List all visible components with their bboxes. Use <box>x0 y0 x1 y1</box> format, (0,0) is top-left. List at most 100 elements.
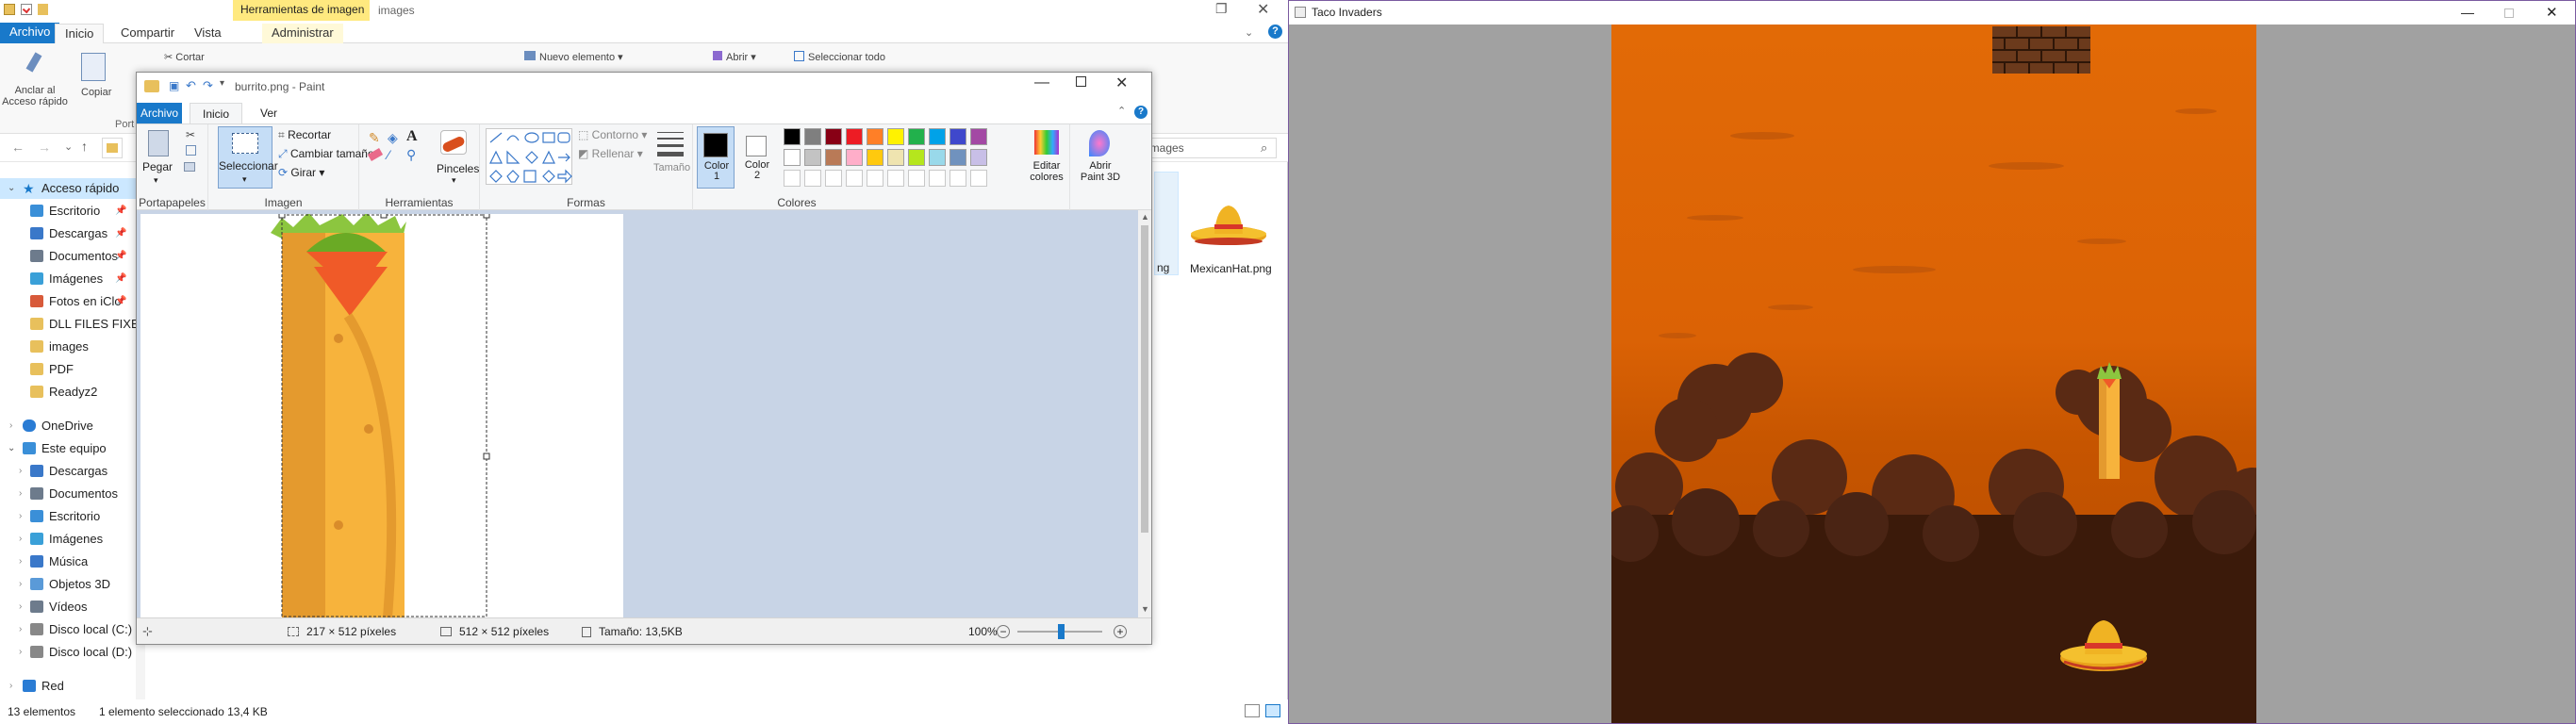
nav-pc-item[interactable]: › Descargas <box>0 461 141 482</box>
search-icon[interactable]: ⌕ <box>1261 140 1267 156</box>
tab-inicio[interactable]: Inicio <box>190 103 242 124</box>
fill-bucket-icon[interactable]: ◈ <box>388 130 398 146</box>
palette-swatch[interactable] <box>804 149 821 166</box>
expand-chevron-icon[interactable]: › <box>9 676 12 697</box>
nav-pc-item[interactable]: › Escritorio <box>0 506 141 527</box>
ribbon-collapse-icon[interactable]: ⌃ <box>1117 105 1126 117</box>
copy-button[interactable]: Copiar <box>81 87 111 98</box>
nav-pc-item[interactable]: › Documentos <box>0 484 141 504</box>
edit-colors-button[interactable]: Editar colores <box>1023 124 1070 211</box>
tab-inicio[interactable]: Inicio <box>55 24 105 43</box>
maximize-button[interactable] <box>2504 8 2514 18</box>
size-button[interactable]: Tamaño <box>653 130 690 183</box>
maximize-button[interactable] <box>1076 76 1086 87</box>
custom-color-swatch[interactable] <box>908 170 925 187</box>
fill-button[interactable]: ◩ Rellenar ▾ <box>578 147 643 160</box>
palette-swatch[interactable] <box>825 128 842 145</box>
palette-swatch[interactable] <box>867 128 883 145</box>
paste-button[interactable]: Pegar <box>142 160 173 173</box>
magnifier-icon[interactable]: ⚲ <box>406 147 416 163</box>
nav-onedrive[interactable]: › OneDrive <box>0 416 141 436</box>
tab-archivo[interactable]: Archivo <box>0 23 60 43</box>
brushes-dropdown-icon[interactable]: ▾ <box>452 175 456 186</box>
restore-button[interactable]: ❐ <box>1215 1 1228 17</box>
expand-chevron-icon[interactable]: › <box>19 506 22 527</box>
pin-icon[interactable]: 📌 <box>115 223 126 244</box>
custom-color-swatch[interactable] <box>804 170 821 187</box>
save-icon[interactable]: ▣ <box>169 79 179 92</box>
palette-swatch[interactable] <box>846 128 863 145</box>
paste-special-icon[interactable] <box>184 162 195 172</box>
outline-button[interactable]: ⬚ Contorno ▾ <box>578 128 647 141</box>
expand-chevron-icon[interactable]: › <box>19 574 22 595</box>
pin-icon[interactable]: 📌 <box>115 269 126 289</box>
breadcrumb[interactable] <box>102 138 123 158</box>
expand-chevron-icon[interactable]: › <box>19 461 22 482</box>
nav-pc-item[interactable]: › Música <box>0 551 141 572</box>
expand-chevron-icon[interactable]: › <box>9 416 12 436</box>
text-tool-icon[interactable]: A <box>406 128 418 145</box>
help-icon[interactable]: ? <box>1268 25 1282 39</box>
nav-network[interactable]: › Red <box>0 676 141 697</box>
crop-button[interactable]: ⌗ Recortar <box>278 128 331 142</box>
tab-compartir[interactable]: Compartir <box>111 24 184 43</box>
custom-color-swatch[interactable] <box>846 170 863 187</box>
tab-ver[interactable]: Ver <box>250 103 288 123</box>
palette-swatch[interactable] <box>825 149 842 166</box>
scroll-down-icon[interactable]: ▼ <box>1141 604 1149 614</box>
palette-swatch[interactable] <box>784 149 801 166</box>
tab-administrar[interactable]: Administrar <box>262 24 343 43</box>
close-button[interactable]: ✕ <box>1115 74 1128 92</box>
file-item-mexicanhat[interactable]: MexicanHat.png <box>1188 189 1272 279</box>
expand-chevron-icon[interactable]: › <box>19 529 22 550</box>
forward-arrow-icon[interactable]: → <box>38 140 51 155</box>
up-arrow-icon[interactable]: ↑ <box>81 139 88 154</box>
minimize-button[interactable]: — <box>1034 74 1049 91</box>
close-button[interactable]: ✕ <box>1257 0 1269 19</box>
palette-swatch[interactable] <box>949 149 966 166</box>
palette-swatch[interactable] <box>949 128 966 145</box>
tab-archivo[interactable]: Archivo <box>137 103 182 123</box>
quick-access-dropdown-icon[interactable]: ▾ <box>220 78 224 89</box>
expand-chevron-icon[interactable]: › <box>19 551 22 572</box>
nav-quick-item[interactable]: Imágenes 📌 <box>0 269 141 289</box>
palette-swatch[interactable] <box>887 149 904 166</box>
back-arrow-icon[interactable]: ← <box>11 140 25 155</box>
custom-color-swatch[interactable] <box>887 170 904 187</box>
color-picker-icon[interactable]: ⁄ <box>388 147 389 162</box>
brushes-button[interactable]: Pinceles <box>437 162 479 175</box>
palette-swatch[interactable] <box>970 128 987 145</box>
cut-button[interactable]: ✂ Cortar <box>164 51 205 63</box>
help-icon[interactable]: ? <box>1134 106 1148 119</box>
pencil-icon[interactable]: ✎ <box>369 130 380 146</box>
nav-quick-item[interactable]: images <box>0 337 141 357</box>
palette-swatch[interactable] <box>908 149 925 166</box>
open-button[interactable]: Abrir ▾ <box>713 51 756 63</box>
pin-icon[interactable]: 📌 <box>115 246 126 267</box>
expand-chevron-icon[interactable]: ⌄ <box>8 438 15 459</box>
palette-swatch[interactable] <box>929 128 946 145</box>
tab-vista[interactable]: Vista <box>185 24 231 43</box>
nav-quick-item[interactable]: Fotos en iClo 📌 <box>0 291 141 312</box>
rotate-button[interactable]: ⟳ Girar ▾ <box>278 166 324 179</box>
custom-color-swatch[interactable] <box>929 170 946 187</box>
custom-color-swatch[interactable] <box>867 170 883 187</box>
palette-swatch[interactable] <box>887 128 904 145</box>
redo-icon[interactable]: ↷ <box>203 78 213 93</box>
palette-swatch[interactable] <box>970 149 987 166</box>
eraser-icon[interactable] <box>367 148 384 161</box>
game-playfield[interactable] <box>1611 25 2256 723</box>
zoom-slider-thumb[interactable] <box>1058 624 1065 639</box>
open-paint3d-button[interactable]: Abrir Paint 3D <box>1074 124 1127 211</box>
expand-chevron-icon[interactable]: ⌄ <box>8 178 15 199</box>
copy-icon[interactable] <box>81 53 106 81</box>
palette-swatch[interactable] <box>908 128 925 145</box>
minimize-button[interactable]: — <box>2461 1 2474 25</box>
paste-dropdown-icon[interactable]: ▾ <box>154 175 158 186</box>
custom-color-swatch[interactable] <box>784 170 801 187</box>
search-box[interactable]: images ⌕ <box>1143 138 1277 158</box>
expand-chevron-icon[interactable]: › <box>19 597 22 617</box>
shapes-gallery[interactable] <box>486 128 572 185</box>
nav-quick-item[interactable]: Descargas 📌 <box>0 223 141 244</box>
recent-chevron-icon[interactable]: ⌄ <box>64 140 73 153</box>
